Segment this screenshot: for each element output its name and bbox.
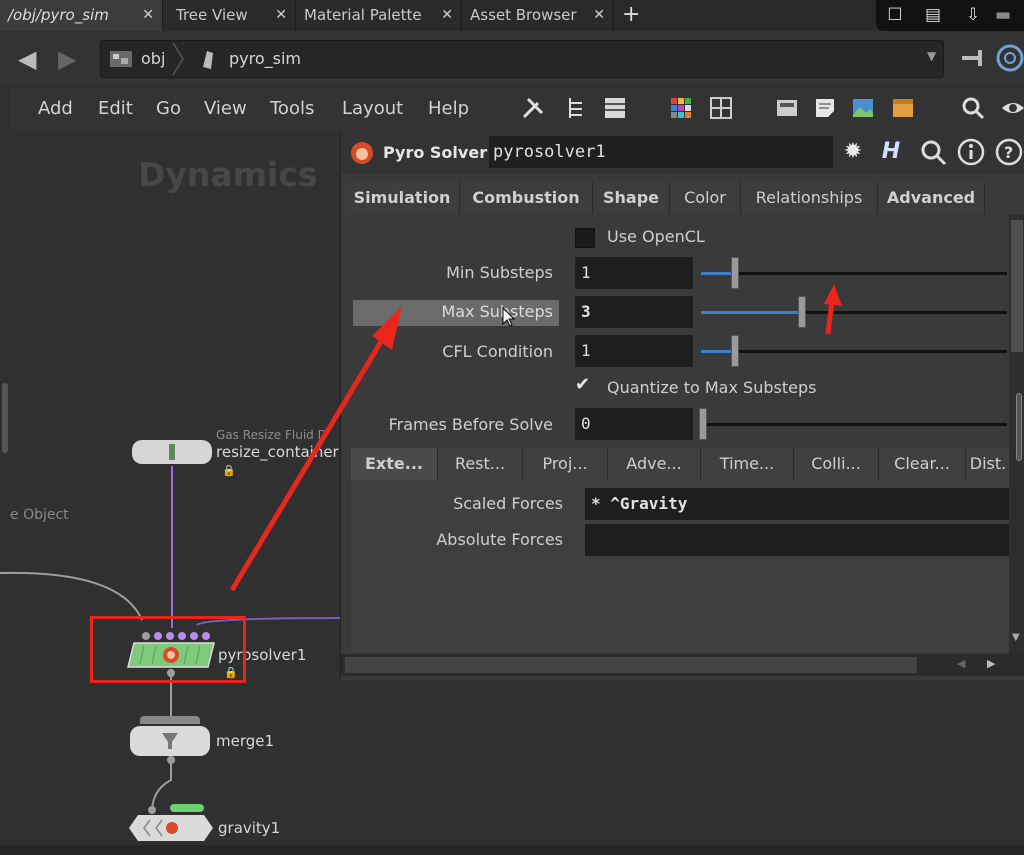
annotation-arrows (229, 284, 842, 592)
timeline-ruler (0, 845, 1024, 855)
